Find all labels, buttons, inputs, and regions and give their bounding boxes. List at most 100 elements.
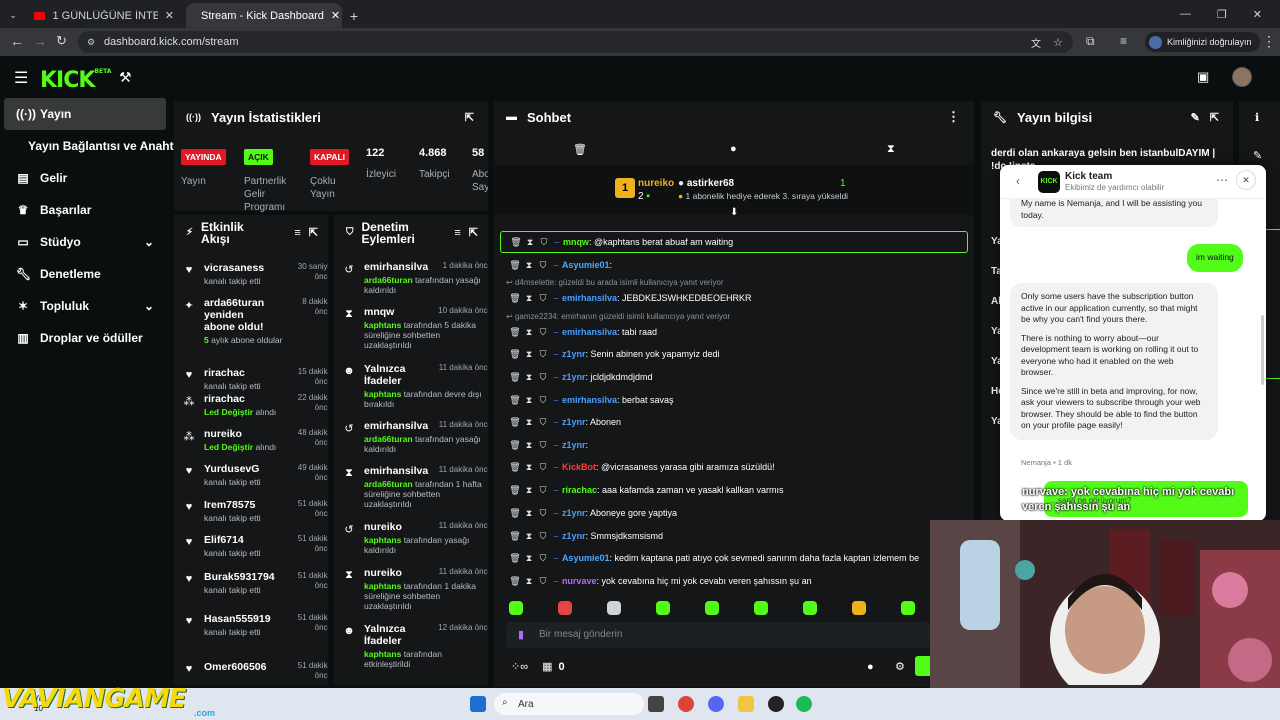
- activity-user[interactable]: Omer606506: [204, 661, 266, 673]
- back-icon[interactable]: ‹: [1016, 174, 1020, 188]
- more-menu-icon[interactable]: ⋮: [1262, 34, 1276, 48]
- trash-icon[interactable]: 🗑︎: [508, 372, 522, 383]
- chrome-icon[interactable]: [678, 696, 694, 712]
- trash-icon[interactable]: 🗑︎: [508, 395, 522, 406]
- activity-user[interactable]: nureiko: [204, 428, 262, 440]
- filter-icon[interactable]: ≡: [454, 227, 460, 239]
- activity-user[interactable]: Elif6714: [204, 534, 262, 546]
- moderation-target[interactable]: mnqw: [364, 306, 426, 318]
- chat-username[interactable]: z1ynr: [562, 508, 586, 518]
- activity-user[interactable]: Hasan555919: [204, 613, 271, 625]
- site-info-icon[interactable]: ⚙: [87, 37, 95, 48]
- trash-icon[interactable]: 🗑︎: [509, 237, 523, 248]
- chat-username[interactable]: emirhansilva: [562, 293, 617, 303]
- shield-icon[interactable]: ⛉: [536, 349, 550, 360]
- moderator-name[interactable]: kaphtans: [364, 581, 401, 591]
- reload-icon[interactable]: ↻: [56, 34, 67, 48]
- shield-icon[interactable]: ⛉: [536, 372, 550, 383]
- popout-icon[interactable]: ⇱: [1210, 111, 1219, 124]
- address-bar[interactable]: ⚙ dashboard.kick.com/stream 文 ☆: [78, 31, 1073, 53]
- shield-icon[interactable]: ⛉: [536, 508, 550, 519]
- moderator-name[interactable]: kaphtans: [364, 320, 401, 330]
- close-icon[interactable]: ✕: [331, 9, 340, 22]
- chat-rules-icon[interactable]: ●: [867, 661, 874, 673]
- chat-username[interactable]: nurvave: [562, 576, 597, 586]
- gifter-name[interactable]: nureiko: [638, 178, 674, 189]
- sidebar-item-yayin[interactable]: ((·)) Yayın: [4, 98, 166, 130]
- activity-user[interactable]: YurdusevG: [204, 463, 262, 475]
- trash-icon[interactable]: 🗑︎: [508, 260, 522, 271]
- shield-icon[interactable]: ⛉: [536, 293, 550, 304]
- hourglass-icon[interactable]: ⧗: [522, 417, 536, 428]
- hourglass-icon[interactable]: ⧗: [887, 143, 895, 156]
- emote-icon[interactable]: [558, 601, 572, 615]
- info-icon[interactable]: ℹ: [1255, 111, 1259, 124]
- emote-icon[interactable]: [803, 601, 817, 615]
- trash-icon[interactable]: 🗑︎: [508, 327, 522, 338]
- chat-username[interactable]: emirhansilva: [562, 395, 617, 405]
- activity-user[interactable]: vicrasaness: [204, 262, 264, 274]
- media-icon[interactable]: ≡: [1120, 34, 1127, 48]
- new-tab-button[interactable]: +: [344, 3, 364, 28]
- shield-icon[interactable]: ⛉: [536, 327, 550, 338]
- send-button[interactable]: [915, 656, 930, 676]
- popout-icon[interactable]: ⇱: [465, 111, 474, 124]
- hourglass-icon[interactable]: ⧗: [522, 372, 536, 383]
- activity-user[interactable]: Irem78575: [204, 499, 262, 511]
- close-icon[interactable]: ✕: [165, 9, 174, 22]
- chat-username[interactable]: z1ynr: [562, 417, 586, 427]
- minimize-icon[interactable]: —: [1180, 8, 1191, 20]
- edit-icon[interactable]: ✎: [1253, 149, 1262, 162]
- chat-username[interactable]: rirachac: [562, 485, 597, 495]
- taskbar-search[interactable]: ⌕ Ara: [494, 693, 644, 715]
- activity-user[interactable]: Burak5931794: [204, 571, 275, 583]
- scroll-down-icon[interactable]: ⬇︎: [730, 207, 738, 218]
- emote-icon[interactable]: [607, 601, 621, 615]
- trash-icon[interactable]: 🗑︎: [508, 553, 522, 564]
- moderation-target[interactable]: emirhansilva: [364, 465, 428, 477]
- tab-list-button[interactable]: ⌄: [4, 3, 22, 28]
- spotify-icon[interactable]: [796, 696, 812, 712]
- sidebar-item-basarilar[interactable]: ♛ Başarılar: [4, 194, 166, 226]
- chat-username[interactable]: emirhansilva: [562, 327, 617, 337]
- browser-tab-youtube[interactable]: 1 GÜNLÜĞÜNE İNTERNETTE Ç( ✕: [26, 3, 182, 28]
- kick-logo[interactable]: KICKBETA: [40, 68, 111, 93]
- shield-icon[interactable]: ⛉: [536, 260, 550, 271]
- close-window-icon[interactable]: ✕: [1253, 8, 1262, 21]
- shield-icon[interactable]: ⛉: [536, 576, 550, 587]
- more-menu-icon[interactable]: ⋮: [947, 109, 960, 125]
- microphone-icon[interactable]: ▮: [518, 628, 524, 641]
- translate-icon[interactable]: 文: [1031, 35, 1041, 50]
- emote-icon[interactable]: [509, 601, 523, 615]
- moderator-name[interactable]: arda66turan: [364, 275, 413, 285]
- moderation-target[interactable]: nureiko: [364, 567, 426, 579]
- activity-user[interactable]: rirachac: [204, 393, 262, 405]
- moderator-name[interactable]: arda66turan: [364, 479, 413, 489]
- chat-username[interactable]: mnqw: [563, 237, 589, 247]
- shield-icon[interactable]: ⛉: [536, 395, 550, 406]
- chat-settings-icon[interactable]: ⚙: [895, 660, 905, 673]
- activity-user[interactable]: arda66turan yeniden abone oldu!: [204, 297, 276, 333]
- edit-icon[interactable]: ✎: [1191, 111, 1200, 124]
- hourglass-icon[interactable]: ⧗: [522, 531, 536, 542]
- moderator-name[interactable]: arda66turan: [364, 434, 413, 444]
- sidebar-item-topluluk[interactable]: ✶ Topluluk ⌄: [4, 290, 166, 322]
- file-explorer-icon[interactable]: [738, 696, 754, 712]
- hourglass-icon[interactable]: ⧗: [522, 293, 536, 304]
- emote-icon[interactable]: [754, 601, 768, 615]
- emote-icon[interactable]: [656, 601, 670, 615]
- shield-icon[interactable]: ⛉: [536, 462, 550, 473]
- trash-icon[interactable]: 🗑︎: [573, 143, 587, 156]
- trash-icon[interactable]: 🗑︎: [508, 349, 522, 360]
- hourglass-icon[interactable]: ⧗: [522, 462, 536, 473]
- popout-icon[interactable]: ⇱: [309, 227, 318, 239]
- popout-icon[interactable]: ⇱: [469, 227, 478, 239]
- moderation-target[interactable]: emirhansilva: [364, 420, 428, 432]
- forward-icon[interactable]: →: [33, 34, 47, 48]
- settings-dots-icon[interactable]: ⁘∞: [511, 660, 528, 673]
- user-avatar[interactable]: [1232, 67, 1252, 87]
- more-icon[interactable]: ⋯: [1216, 173, 1228, 187]
- chat-username[interactable]: z1ynr: [562, 531, 586, 541]
- back-icon[interactable]: ←: [10, 34, 24, 48]
- chat-username[interactable]: Asyumie01: [562, 553, 610, 563]
